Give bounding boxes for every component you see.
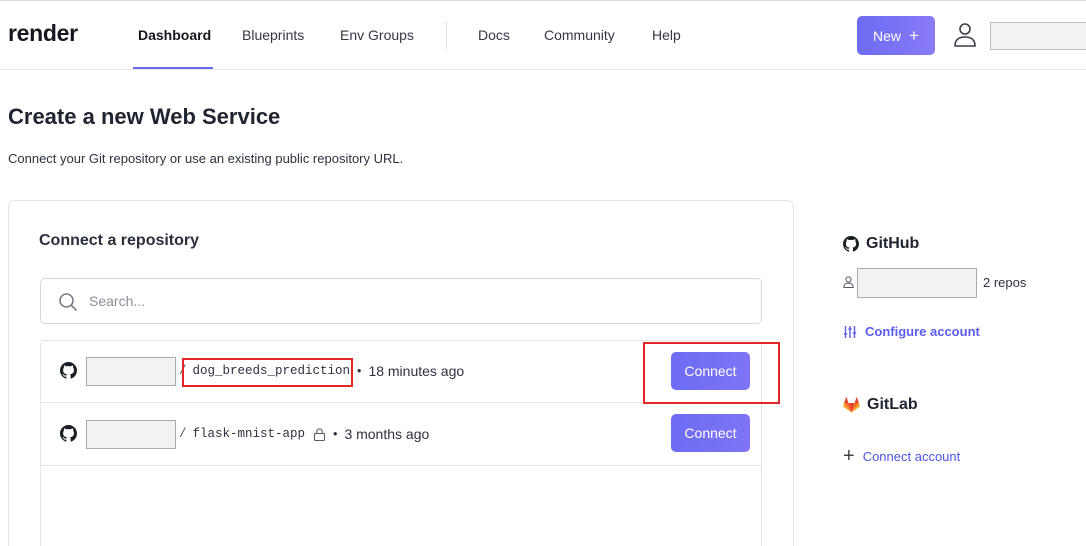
sliders-icon [843,325,857,338]
redacted-github-account [857,268,977,298]
separator-dot: • [333,427,338,441]
repository-info: / flask-mnist-app • 3 months ago [176,426,429,442]
nav-dashboard[interactable]: Dashboard [138,27,211,43]
github-section-title: GitHub [843,235,919,253]
lock-icon [313,427,326,441]
search-box[interactable] [40,278,762,324]
user-icon[interactable] [952,22,978,48]
nav-docs[interactable]: Docs [478,27,510,43]
repo-count: 2 repos [983,275,1027,290]
nav-help[interactable]: Help [652,27,681,43]
separator-dot: • [357,364,362,378]
highlight-repository-name [182,358,353,387]
search-icon [59,293,78,312]
configure-account-link[interactable]: Configure account [843,324,980,339]
card-title: Connect a repository [39,232,200,249]
redacted-owner [86,357,176,386]
configure-account-label: Configure account [865,324,980,339]
new-button[interactable]: New + [857,16,935,55]
plus-icon: + [909,26,919,45]
connect-gitlab-account-link[interactable]: + Connect account [843,446,960,466]
updated-time: 18 minutes ago [368,363,465,379]
nav-community[interactable]: Community [544,27,615,43]
redacted-username [990,22,1086,50]
highlight-connect-button [643,342,780,404]
nav-blueprints[interactable]: Blueprints [242,27,304,43]
page-title-bold: Web Service [149,104,281,129]
gitlab-section-title: GitLab [843,396,918,414]
repository-row: / flask-mnist-app • 3 months ago [40,403,762,466]
active-tab-indicator [133,67,213,69]
connect-button[interactable]: Connect [671,414,750,452]
github-icon [60,425,77,442]
updated-time: 3 months ago [344,426,430,442]
github-icon [843,236,859,252]
plus-icon: + [843,445,855,467]
nav-divider [446,21,447,49]
top-border [0,0,1086,1]
new-button-label: New [873,27,902,44]
github-icon [60,362,77,379]
account-icon [843,276,854,288]
github-title: GitHub [866,235,920,252]
page-title-prefix: Create a new [8,104,150,129]
connect-account-label: Connect account [862,448,961,464]
redacted-owner [86,420,176,449]
gitlab-title: GitLab [867,396,918,413]
render-logo[interactable]: render [8,20,78,47]
repo-separator: / [179,427,187,441]
repository-name[interactable]: flask-mnist-app [193,427,306,441]
search-input[interactable] [89,289,729,313]
page-title: Create a new Web Service [8,104,280,130]
nav-env-groups[interactable]: Env Groups [340,27,414,43]
gitlab-icon [843,397,860,413]
page-subtitle: Connect your Git repository or use an ex… [8,151,404,166]
